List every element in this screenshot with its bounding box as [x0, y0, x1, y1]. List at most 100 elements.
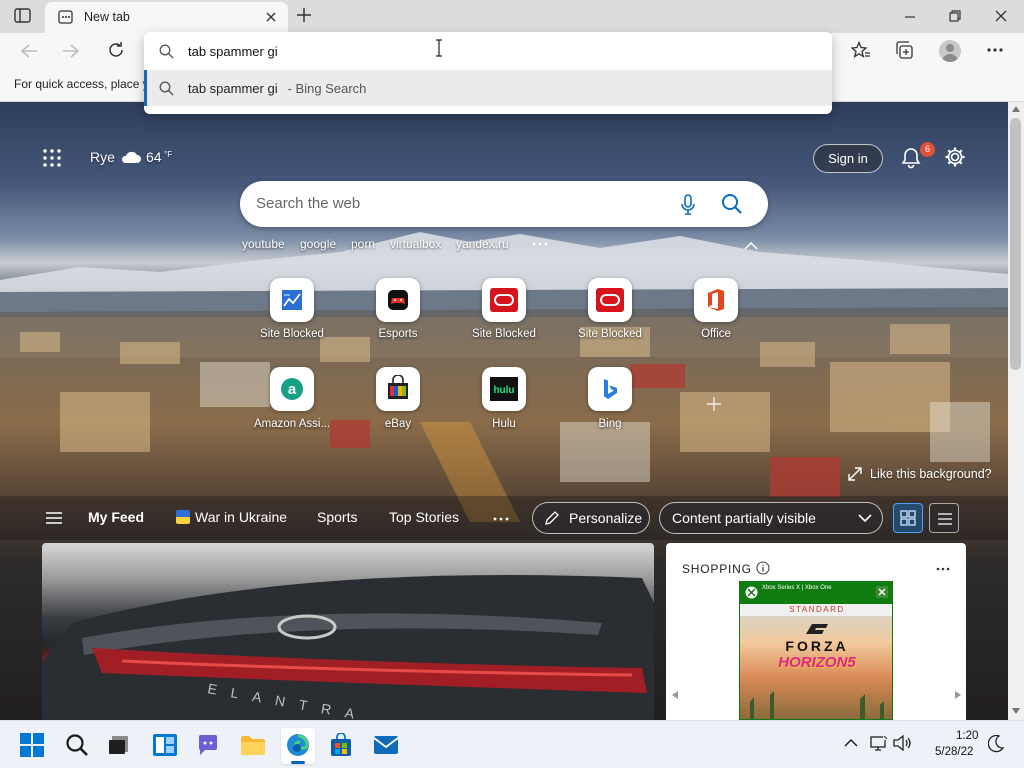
tile-hulu[interactable]: hulu [482, 367, 526, 411]
network-icon[interactable] [870, 735, 888, 751]
product-platform-text: Xbox Series X | Xbox One [762, 585, 832, 591]
collapse-chevron-icon[interactable] [744, 242, 758, 250]
carousel-prev-icon[interactable] [671, 690, 679, 700]
quick-link-google[interactable]: google [300, 237, 336, 251]
content-visibility-dropdown[interactable]: Content partially visible [659, 502, 883, 534]
scroll-down-arrow-icon[interactable] [1012, 708, 1020, 714]
volume-icon[interactable] [893, 735, 913, 751]
hulu-icon: hulu [490, 377, 518, 401]
product-title-line2: HORIZON5 [778, 654, 856, 671]
back-icon[interactable] [20, 43, 38, 59]
grid-view-button[interactable] [893, 503, 923, 533]
ukraine-flag-icon [176, 510, 190, 524]
more-quick-links-icon[interactable] [532, 242, 548, 246]
tile-ebay[interactable] [376, 367, 420, 411]
tile-office[interactable] [694, 278, 738, 322]
cloud-icon [120, 150, 142, 164]
feed-more-icon[interactable] [493, 517, 509, 521]
site-blocked-chart-icon [281, 289, 303, 311]
tile-esports[interactable] [376, 278, 420, 322]
file-explorer-icon[interactable] [240, 734, 266, 756]
quick-link-virtualbox[interactable]: virtualbox [390, 237, 441, 251]
feed-tab-top-stories[interactable]: Top Stories [389, 509, 459, 525]
tile-label: Site Blocked [578, 328, 642, 340]
mail-icon[interactable] [373, 735, 399, 755]
shopping-header: SHOPPING [682, 562, 752, 576]
show-hidden-icons-chevron-icon[interactable] [844, 738, 858, 747]
favorites-icon[interactable] [851, 41, 871, 59]
start-windows-icon[interactable] [20, 733, 44, 757]
product-title-line1: FORZA [785, 638, 849, 654]
minimize-icon[interactable] [903, 10, 917, 24]
teams-chat-icon[interactable] [196, 733, 220, 757]
carousel-next-icon[interactable] [954, 690, 962, 700]
scroll-up-arrow-icon[interactable] [1012, 106, 1020, 112]
widgets-icon[interactable] [152, 733, 178, 757]
more-options-icon[interactable] [987, 48, 1003, 52]
suggestion-query: tab spammer gi [188, 81, 278, 96]
notification-count: 6 [924, 144, 930, 154]
weather-location: Rye [90, 149, 115, 165]
svg-text:a: a [288, 381, 297, 398]
web-search-box[interactable]: Search the web [240, 181, 768, 227]
info-icon[interactable] [756, 561, 770, 575]
microsoft-store-icon[interactable] [330, 733, 352, 757]
clock-time[interactable]: 1:20 [956, 730, 978, 742]
tile-amazon-assistant[interactable]: a [270, 367, 314, 411]
quick-link-youtube[interactable]: youtube [242, 237, 285, 251]
suggestion-source: - Bing Search [284, 81, 367, 96]
weather-widget[interactable]: Rye 64 °F [90, 148, 180, 168]
gamepad-icon [387, 289, 409, 311]
weather-unit: °F [164, 150, 173, 159]
scrollbar-thumb[interactable] [1010, 118, 1021, 370]
chevron-down-icon [858, 514, 872, 523]
focus-assist-moon-icon[interactable] [988, 735, 1004, 753]
tab-actions-menu-icon[interactable] [14, 8, 32, 24]
personalize-button[interactable]: Personalize [532, 502, 650, 534]
address-bar-input[interactable]: tab spammer gi [188, 44, 278, 59]
collections-icon[interactable] [895, 41, 915, 59]
close-tab-icon[interactable] [264, 10, 278, 24]
product-edition-banner: STANDARD [789, 605, 845, 614]
tile-site-blocked-1[interactable] [270, 278, 314, 322]
tile-label: Bing [598, 418, 622, 430]
feed-menu-icon[interactable] [45, 511, 63, 525]
like-background-link[interactable]: Like this background? [848, 466, 998, 484]
feed-tab-my-feed[interactable]: My Feed [88, 509, 144, 525]
forward-icon[interactable] [62, 43, 80, 59]
edge-taskbar-button[interactable] [281, 728, 315, 764]
suggestion-bing-search[interactable]: tab spammer gi - Bing Search [144, 70, 832, 106]
shopping-card[interactable]: SHOPPING Xbox Series X | Xbox One STANDA… [666, 543, 966, 720]
notifications-bell-icon[interactable] [900, 147, 922, 169]
tab-title: New tab [84, 10, 130, 24]
tile-label: Hulu [492, 418, 516, 430]
quick-link-yandex[interactable]: yandex.ru [456, 237, 509, 251]
product-image-forza[interactable]: Xbox Series X | Xbox One STANDARD FORZA … [739, 581, 893, 720]
feed-tab-war-in-ukraine[interactable]: War in Ukraine [195, 509, 287, 525]
quick-link-porn[interactable]: porn [351, 237, 375, 251]
refresh-icon[interactable] [107, 41, 125, 59]
profile-avatar[interactable] [939, 40, 961, 62]
restore-icon[interactable] [948, 9, 962, 23]
page-settings-gear-icon[interactable] [944, 146, 966, 168]
address-search-icon [159, 44, 174, 59]
task-view-icon[interactable] [107, 734, 131, 756]
tile-site-blocked-3[interactable] [588, 278, 632, 322]
apps-launcher-icon[interactable] [43, 149, 61, 167]
clock-date[interactable]: 5/28/22 [935, 746, 973, 758]
new-tab-plus-icon[interactable] [296, 7, 312, 23]
close-window-icon[interactable] [994, 9, 1008, 23]
sign-in-button[interactable]: Sign in [813, 144, 883, 173]
taskbar-search-icon[interactable] [65, 733, 89, 757]
list-view-button[interactable] [929, 503, 959, 533]
shopping-more-icon[interactable] [936, 567, 950, 571]
feed-card-hero-image[interactable]: ELANTRA [42, 543, 654, 720]
microphone-icon[interactable] [680, 194, 696, 216]
tile-site-blocked-2[interactable] [482, 278, 526, 322]
search-submit-icon[interactable] [721, 193, 743, 215]
feed-tab-sports[interactable]: Sports [317, 509, 357, 525]
tab-new-tab[interactable]: New tab [45, 2, 288, 33]
add-site-plus-icon[interactable] [706, 396, 722, 412]
tile-label: Office [701, 328, 731, 340]
tile-bing[interactable] [588, 367, 632, 411]
